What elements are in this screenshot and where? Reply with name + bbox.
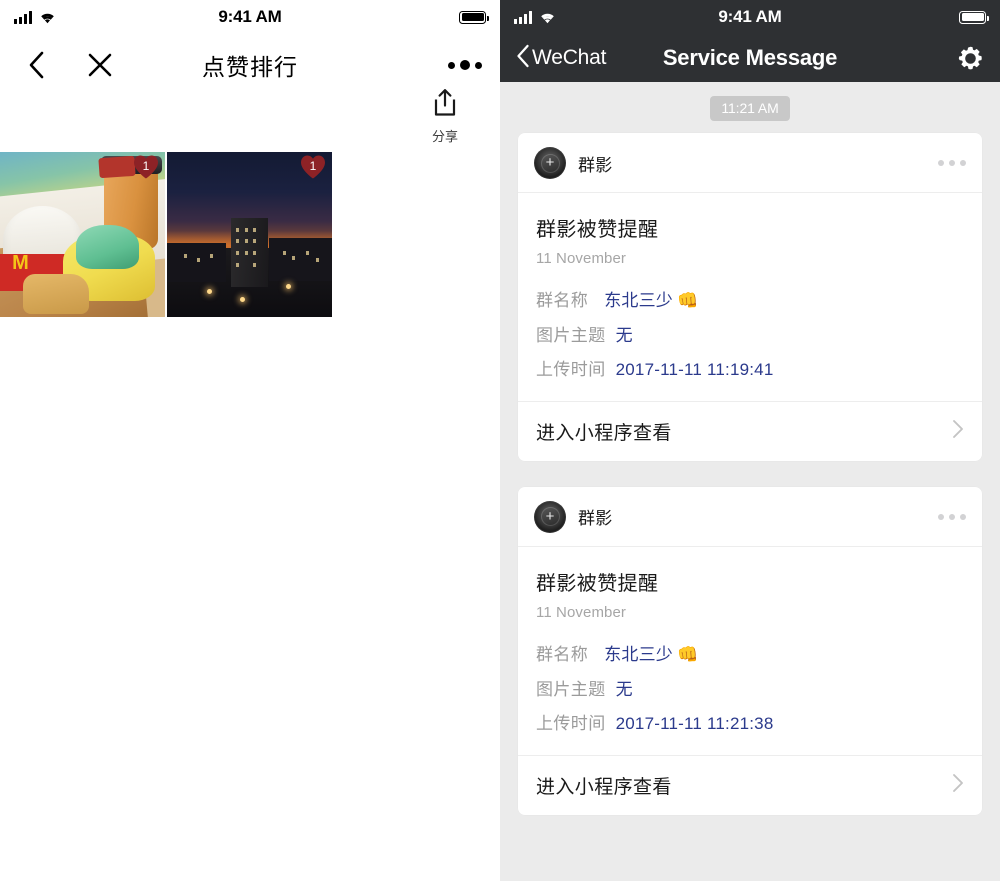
back-label: WeChat xyxy=(532,46,607,69)
heart-badge-icon: 1 xyxy=(300,155,326,179)
camera-lens-plus-icon: + xyxy=(534,147,566,179)
chevron-right-icon xyxy=(952,419,964,444)
detail-row: 上传时间 2017-11-11 11:21:38 xyxy=(536,712,964,737)
detail-value: 无 xyxy=(615,325,633,345)
fist-emoji-icon: 👊 xyxy=(677,291,699,310)
chevron-left-icon[interactable] xyxy=(18,45,54,85)
detail-value: 2017-11-11 11:19:41 xyxy=(615,360,774,380)
detail-row: 群名称 东北三少 👊 xyxy=(536,289,964,314)
card-body: 群影被赞提醒 11 November 群名称 东北三少 👊 图片主题 无 上传时… xyxy=(518,547,982,755)
right-status-time: 9:41 AM xyxy=(718,7,782,26)
share-upload-icon xyxy=(432,88,458,123)
service-message-card[interactable]: + 群影 群影被赞提醒 11 November 群名称 东北三少 👊 图片主题 … xyxy=(518,486,982,815)
account-name: 群影 xyxy=(578,155,613,175)
detail-row: 上传时间 2017-11-11 11:19:41 xyxy=(536,358,964,383)
gear-icon[interactable] xyxy=(957,45,984,72)
detail-row: 图片主题 无 xyxy=(536,678,964,703)
detail-list: 群名称 东北三少 👊 图片主题 无 上传时间 2017-11-11 11:21:… xyxy=(536,643,964,751)
left-nav-bar: 点赞排行 xyxy=(0,34,500,96)
detail-value: 东北三少 xyxy=(604,644,674,664)
chat-scroll-area[interactable]: 11:21 AM + 群影 群影被赞提醒 11 November 群名称 东北三… xyxy=(500,82,1000,815)
card-body: 群影被赞提醒 11 November 群名称 东北三少 👊 图片主题 无 上传时… xyxy=(518,193,982,401)
detail-label: 上传时间 xyxy=(536,360,606,380)
camera-lens-plus-icon: + xyxy=(534,500,566,533)
share-button[interactable]: 分享 xyxy=(415,88,475,145)
detail-value: 2017-11-11 11:21:38 xyxy=(615,714,774,734)
right-nav-bar: WeChat Service Message xyxy=(500,34,1000,82)
right-phone-panel: 9:41 AM WeChat Service Message 11:21 AM … xyxy=(500,0,1000,881)
detail-label: 图片主题 xyxy=(536,325,606,345)
open-miniprogram-row[interactable]: 进入小程序查看 xyxy=(518,754,982,815)
liked-photo-grid: 1 xyxy=(0,152,332,317)
message-title: 群影被赞提醒 xyxy=(536,219,659,241)
status-right-group xyxy=(959,10,989,24)
badge-count: 1 xyxy=(309,158,317,173)
detail-row: 群名称 东北三少 👊 xyxy=(536,643,964,668)
detail-value: 无 xyxy=(615,679,633,699)
more-dots-icon[interactable] xyxy=(938,513,966,520)
account-name: 群影 xyxy=(578,509,613,529)
close-x-icon[interactable] xyxy=(82,45,118,85)
timestamp-divider: 11:21 AM xyxy=(518,82,982,133)
page-title: 点赞排行 xyxy=(202,54,298,80)
open-miniprogram-label: 进入小程序查看 xyxy=(536,422,672,444)
more-dots-icon[interactable] xyxy=(938,160,966,166)
chevron-left-icon xyxy=(516,44,530,73)
card-header: + 群影 xyxy=(518,133,982,193)
detail-row: 图片主题 无 xyxy=(536,324,964,349)
detail-value: 东北三少 xyxy=(604,291,674,310)
fist-emoji-icon: 👊 xyxy=(677,644,699,664)
open-miniprogram-row[interactable]: 进入小程序查看 xyxy=(518,400,982,461)
left-status-time: 9:41 AM xyxy=(218,7,282,26)
battery-full-icon xyxy=(459,10,489,24)
open-miniprogram-label: 进入小程序查看 xyxy=(536,776,672,798)
heart-badge-icon: 1 xyxy=(133,155,159,179)
chevron-right-icon xyxy=(952,773,964,798)
detail-label: 图片主题 xyxy=(536,679,606,699)
right-status-bar: 9:41 AM xyxy=(500,0,1000,34)
detail-label: 群名称 xyxy=(536,291,589,310)
status-right-group xyxy=(459,10,489,24)
message-title: 群影被赞提醒 xyxy=(536,572,659,595)
card-header: + 群影 xyxy=(518,487,982,547)
detail-label: 上传时间 xyxy=(536,714,606,734)
battery-full-icon xyxy=(959,10,989,24)
left-phone-panel: 9:41 AM 点赞排行 分享 M 1 1 xyxy=(0,0,500,881)
more-dots-icon[interactable] xyxy=(448,60,482,70)
photo-thumbnail[interactable]: 1 xyxy=(167,152,332,317)
badge-count: 1 xyxy=(142,158,150,173)
photo-thumbnail[interactable]: 1 xyxy=(0,152,165,317)
message-date: 11 November xyxy=(536,250,627,267)
share-label: 分享 xyxy=(431,129,458,144)
message-date: 11 November xyxy=(536,603,627,621)
left-status-bar: 9:41 AM xyxy=(0,0,500,34)
detail-list: 群名称 东北三少 👊 图片主题 无 上传时间 2017-11-11 11:19:… xyxy=(536,289,964,397)
service-message-card[interactable]: + 群影 群影被赞提醒 11 November 群名称 东北三少 👊 图片主题 … xyxy=(518,133,982,461)
timestamp-label: 11:21 AM xyxy=(710,96,790,121)
screenshot-root: 9:41 AM 点赞排行 分享 M 1 1 9:41 AM WeChat Ser… xyxy=(0,0,1000,881)
back-to-wechat-button[interactable]: WeChat xyxy=(516,44,606,73)
detail-label: 群名称 xyxy=(536,644,589,664)
